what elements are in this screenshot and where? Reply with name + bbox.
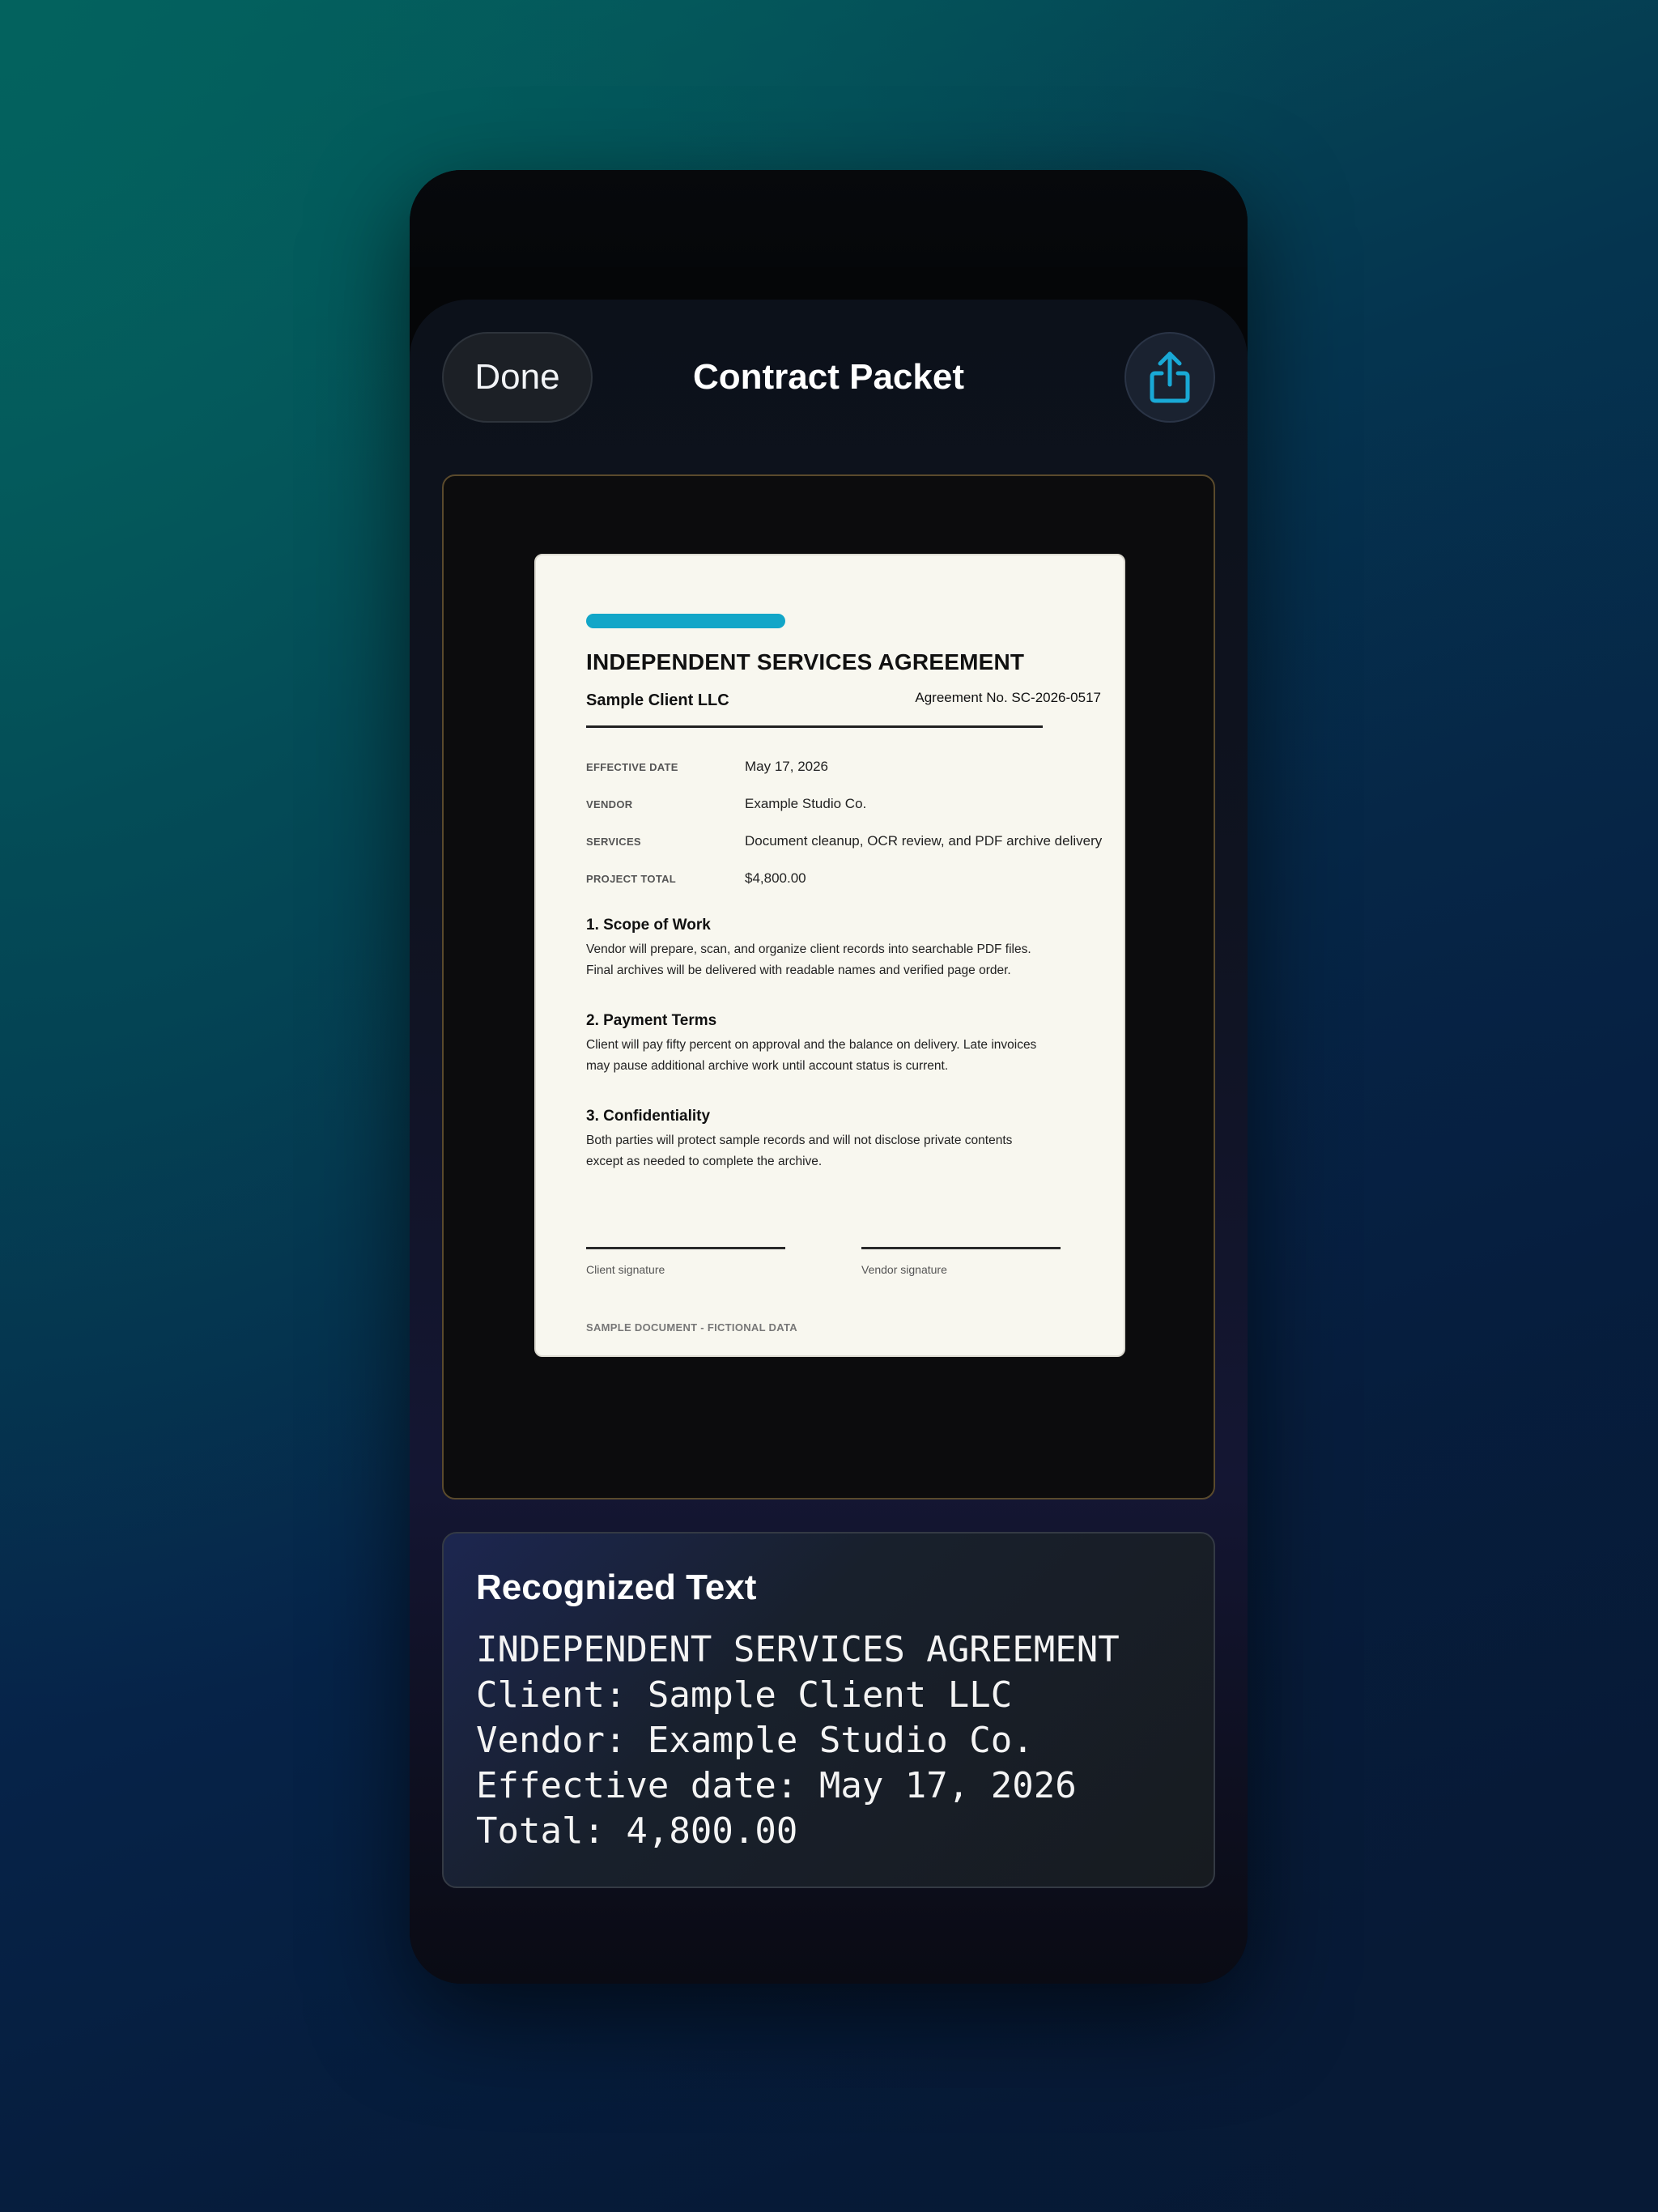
field-label: EFFECTIVE DATE [586, 760, 678, 773]
scanned-page: INDEPENDENT SERVICES AGREEMENT Sample Cl… [534, 554, 1125, 1357]
device-frame: Done Contract Packet INDEPENDENT SERVICE… [410, 170, 1248, 1984]
field-value: $4,800.00 [745, 870, 806, 886]
field-label: SERVICES [586, 835, 641, 848]
section-heading: 1. Scope of Work [586, 917, 711, 934]
field-row: SERVICES Document cleanup, OCR review, a… [586, 823, 1104, 860]
document-preview[interactable]: INDEPENDENT SERVICES AGREEMENT Sample Cl… [442, 474, 1215, 1499]
recognized-text-panel: Recognized Text INDEPENDENT SERVICES AGR… [442, 1532, 1215, 1888]
agreement-number: Agreement No. SC-2026-0517 [915, 690, 1101, 705]
recognized-text-heading: Recognized Text [476, 1568, 757, 1607]
section-body: Both parties will protect sample records… [586, 1134, 1013, 1168]
section-heading: 3. Confidentiality [586, 1108, 711, 1125]
accent-bar [586, 614, 785, 628]
document-title: INDEPENDENT SERVICES AGREEMENT [586, 649, 1025, 674]
ocr-line: Total: 4,800.00 [476, 1810, 798, 1852]
vendor-signature-line [861, 1247, 1061, 1249]
divider [586, 725, 1043, 728]
field-label: PROJECT TOTAL [586, 872, 677, 885]
recognized-text-body[interactable]: INDEPENDENT SERVICES AGREEMENT Client: S… [476, 1627, 1120, 1854]
field-value: Document cleanup, OCR review, and PDF ar… [745, 833, 1103, 849]
section-heading: 2. Payment Terms [586, 1012, 717, 1029]
section-payment: 2. Payment Terms Client will pay fifty p… [586, 1012, 1039, 1077]
client-signature-label: Client signature [586, 1263, 665, 1276]
ocr-line: INDEPENDENT SERVICES AGREEMENT [476, 1629, 1120, 1670]
share-icon [1150, 351, 1190, 403]
field-row: VENDOR Example Studio Co. [586, 785, 1104, 823]
document-sheet: Done Contract Packet INDEPENDENT SERVICE… [410, 300, 1248, 1984]
share-button[interactable] [1124, 332, 1215, 423]
section-confidentiality: 3. Confidentiality Both parties will pro… [586, 1108, 1039, 1172]
sample-note: SAMPLE DOCUMENT - FICTIONAL DATA [586, 1321, 797, 1334]
ocr-line: Client: Sample Client LLC [476, 1674, 1013, 1716]
field-list: EFFECTIVE DATE May 17, 2026 VENDOR Examp… [586, 748, 1104, 897]
ocr-line: Vendor: Example Studio Co. [476, 1720, 1034, 1761]
field-value: Example Studio Co. [745, 796, 867, 811]
field-row: PROJECT TOTAL $4,800.00 [586, 860, 1104, 897]
ocr-line: Effective date: May 17, 2026 [476, 1765, 1077, 1806]
vendor-signature-label: Vendor signature [861, 1263, 947, 1276]
section-body: Vendor will prepare, scan, and organize … [586, 942, 1031, 977]
section-scope: 1. Scope of Work Vendor will prepare, sc… [586, 917, 1039, 981]
section-body: Client will pay fifty percent on approva… [586, 1038, 1037, 1073]
client-signature-line [586, 1247, 785, 1249]
done-button[interactable]: Done [442, 332, 593, 423]
client-name: Sample Client LLC [586, 691, 729, 709]
field-row: EFFECTIVE DATE May 17, 2026 [586, 748, 1104, 785]
field-label: VENDOR [586, 798, 633, 810]
page-title: Contract Packet [692, 357, 964, 397]
status-area [410, 170, 1248, 267]
field-value: May 17, 2026 [745, 759, 829, 774]
